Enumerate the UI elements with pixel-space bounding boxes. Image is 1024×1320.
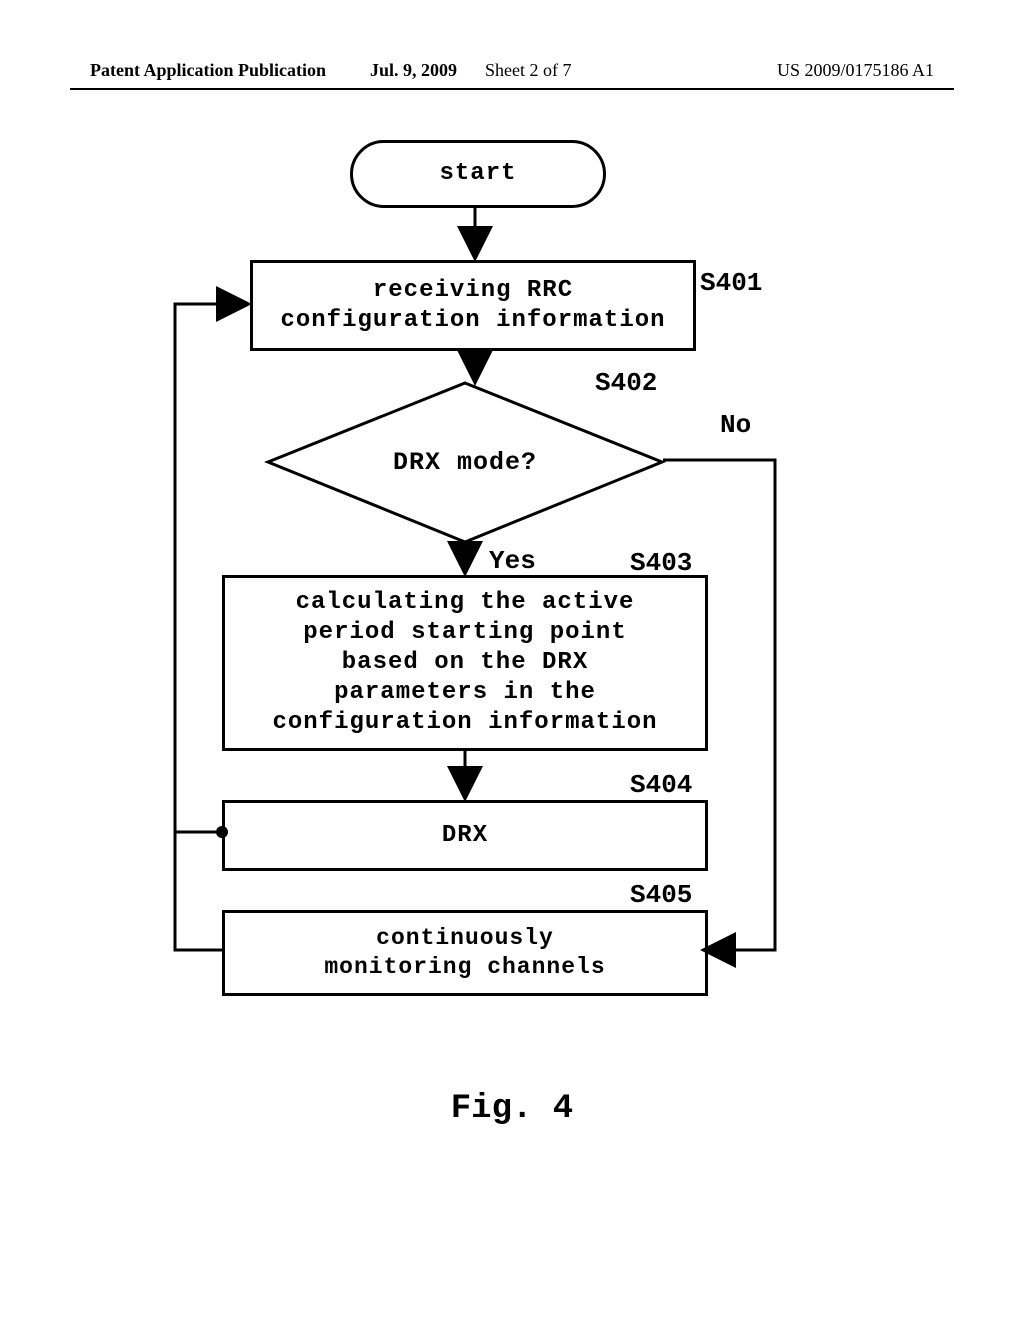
flow-arrows xyxy=(0,120,1024,1020)
figure-caption: Fig. 4 xyxy=(0,1090,1024,1128)
header-sheet: Sheet 2 of 7 xyxy=(485,60,571,81)
header-pubno: US 2009/0175186 A1 xyxy=(777,60,934,81)
header-date: Jul. 9, 2009 xyxy=(370,60,457,81)
header-rule xyxy=(70,88,954,90)
header-pub: Patent Application Publication xyxy=(90,60,326,81)
flowchart: start receiving RRC configuration inform… xyxy=(0,120,1024,1020)
